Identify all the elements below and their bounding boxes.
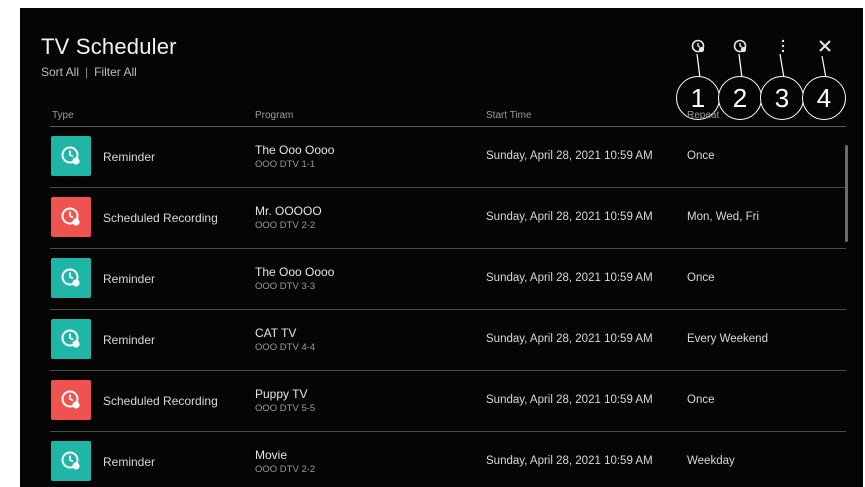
table-row[interactable]: Reminder The Ooo Oooo OOO DTV 1-1 Sunday, A… — [50, 127, 846, 187]
table-row[interactable]: Reminder Movie OOO DTV 2-2 Sunday, April 28… — [50, 432, 846, 487]
row-program: The Ooo Oooo — [255, 143, 335, 157]
row-start-time: Sunday, April 28, 2021 10:59 AM — [486, 211, 653, 223]
row-start-time: Sunday, April 28, 2021 10:59 AM — [486, 150, 653, 162]
row-program: Puppy TV — [255, 387, 308, 401]
row-start-time: Sunday, April 28, 2021 10:59 AM — [486, 272, 653, 284]
column-header-repeat: Repeat — [687, 110, 720, 121]
page-title: TV Scheduler — [41, 34, 177, 59]
row-type: Scheduled Recording — [103, 211, 218, 225]
row-channel: OOO DTV 1-1 — [255, 159, 316, 170]
row-repeat: Weekday — [687, 455, 735, 467]
row-repeat: Once — [687, 272, 715, 284]
row-program: Movie — [255, 448, 288, 462]
row-repeat: Mon, Wed, Fri — [687, 211, 759, 223]
column-header-start-time: Start Time — [486, 110, 532, 121]
column-headers: Type Program Start Time Repeat — [50, 108, 846, 126]
row-start-time: Sunday, April 28, 2021 10:59 AM — [486, 394, 653, 406]
scheduled-recording-clock-icon — [51, 380, 91, 420]
scheduled-recording-clock-icon — [51, 197, 91, 237]
table-row[interactable]: Reminder The Ooo Oooo OOO DTV 3-3 Sunday, A… — [50, 249, 846, 309]
reminder-clock-icon — [51, 258, 91, 298]
filter-all-button[interactable]: Filter All — [94, 65, 137, 79]
row-type: Reminder — [103, 333, 156, 347]
row-program: CAT TV — [255, 326, 297, 340]
scrollbar[interactable] — [845, 145, 848, 242]
row-channel: OOO DTV 4-4 — [255, 342, 316, 353]
sort-all-button[interactable]: Sort All — [41, 65, 79, 79]
table-row[interactable]: Scheduled Recording Puppy TV OOO DTV 5-5 Su… — [50, 371, 846, 431]
reminder-clock-icon — [51, 319, 91, 359]
row-repeat: Once — [687, 150, 715, 162]
reminder-clock-icon — [51, 136, 91, 176]
row-repeat: Once — [687, 394, 715, 406]
row-type: Reminder — [103, 455, 156, 469]
table-row[interactable]: Scheduled Recording Mr. OOOOO OOO DTV 2-2 S… — [50, 188, 846, 248]
row-channel: OOO DTV 5-5 — [255, 403, 316, 414]
row-repeat: Every Weekend — [687, 333, 768, 345]
row-channel: OOO DTV 3-3 — [255, 281, 316, 292]
column-header-program: Program — [255, 110, 294, 121]
tv-scheduler-screen: TV Scheduler Sort All | Filter All 1 2 3… — [20, 8, 863, 487]
column-header-type: Type — [52, 110, 74, 121]
row-type: Reminder — [103, 150, 156, 164]
row-start-time: Sunday, April 28, 2021 10:59 AM — [486, 333, 653, 345]
table-row[interactable]: Reminder CAT TV OOO DTV 4-4 Sunday, April 2… — [50, 310, 846, 370]
row-type: Reminder — [103, 272, 156, 286]
row-channel: OOO DTV 2-2 — [255, 464, 316, 475]
sort-filter-separator: | — [85, 65, 89, 79]
sort-filter-bar: Sort All | Filter All — [41, 65, 137, 79]
row-program: The Ooo Oooo — [255, 265, 335, 279]
row-channel: OOO DTV 2-2 — [255, 220, 316, 231]
row-program: Mr. OOOOO — [255, 204, 322, 218]
reminder-clock-icon — [51, 441, 91, 481]
row-type: Scheduled Recording — [103, 394, 218, 408]
row-start-time: Sunday, April 28, 2021 10:59 AM — [486, 455, 653, 467]
